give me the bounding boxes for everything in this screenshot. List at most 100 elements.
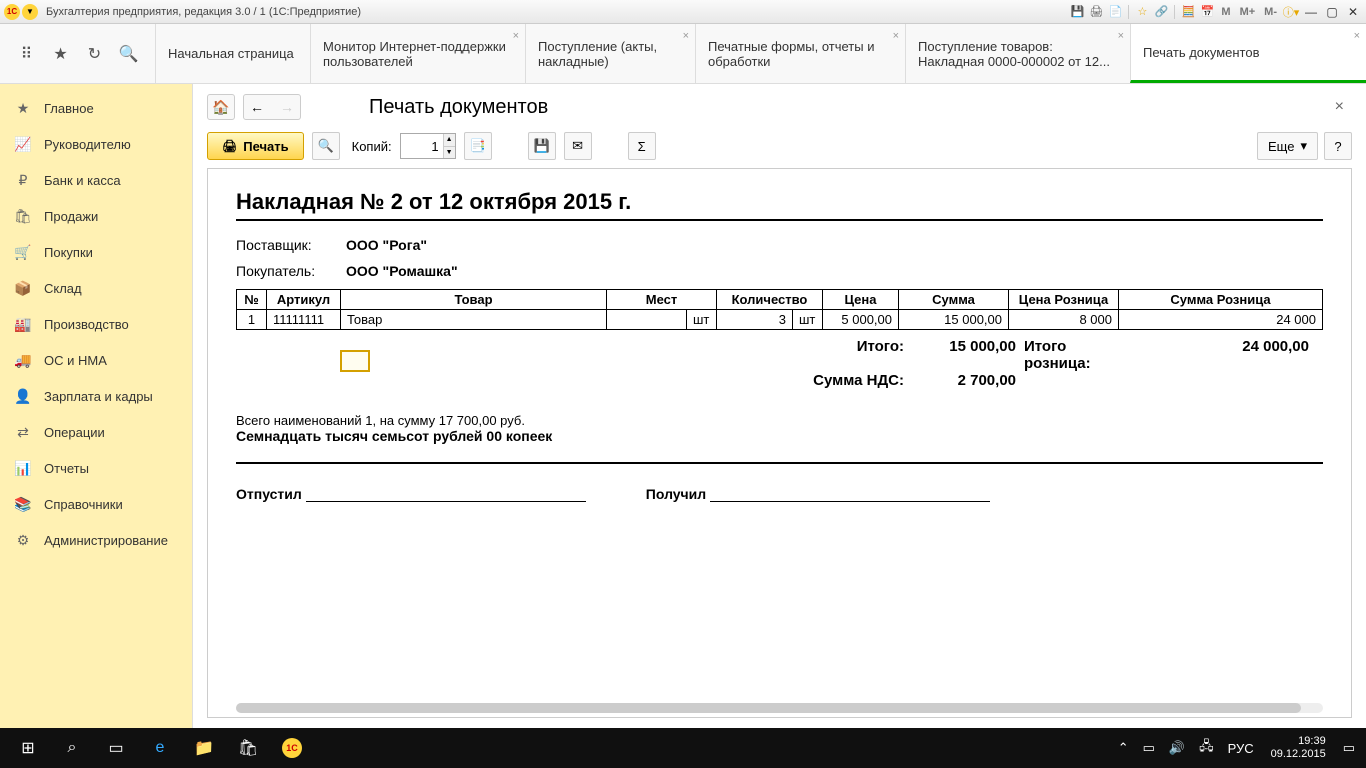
history-icon[interactable]: ↻ bbox=[85, 44, 105, 64]
print-button[interactable]: 🖨Печать bbox=[207, 132, 304, 160]
nav-payroll[interactable]: 👤Зарплата и кадры bbox=[0, 378, 192, 414]
swap-icon: ⇄ bbox=[14, 423, 32, 441]
memory-m-button[interactable]: M bbox=[1218, 6, 1233, 18]
layout-button[interactable]: 📑 bbox=[464, 132, 492, 160]
nav-admin[interactable]: ⚙Администрирование bbox=[0, 522, 192, 558]
start-button[interactable]: ⊞ bbox=[6, 728, 50, 768]
selected-cell[interactable] bbox=[340, 350, 370, 372]
info-icon[interactable]: ⓘ▾ bbox=[1283, 4, 1299, 20]
print-icon[interactable]: 🖨 bbox=[1088, 4, 1104, 20]
tab-close-icon[interactable]: × bbox=[683, 30, 689, 42]
document-preview[interactable]: Накладная № 2 от 12 октября 2015 г. Пост… bbox=[207, 168, 1352, 718]
clock[interactable]: 19:3909.12.2015 bbox=[1263, 735, 1334, 761]
summary-words: Семнадцать тысяч семьсот рублей 00 копее… bbox=[236, 428, 1323, 464]
nav-operations[interactable]: ⇄Операции bbox=[0, 414, 192, 450]
save-button[interactable]: 💾 bbox=[528, 132, 556, 160]
nav-purchases[interactable]: 🛒Покупки bbox=[0, 234, 192, 270]
more-button[interactable]: Еще▾ bbox=[1257, 132, 1318, 160]
sig-line bbox=[710, 484, 990, 502]
page-title: Печать документов bbox=[369, 96, 548, 119]
nav-production[interactable]: 🏭Производство bbox=[0, 306, 192, 342]
minimize-button[interactable]: — bbox=[1302, 5, 1320, 19]
tab-monitor[interactable]: Монитор Интернет-поддержки пользователей… bbox=[310, 24, 525, 83]
memory-mminus-button[interactable]: M- bbox=[1261, 6, 1280, 18]
tab-close-icon[interactable]: × bbox=[1118, 30, 1124, 42]
taskbar: ⊞ ⌕ ▭ e 📁 🛍 1C ⌃ ▭ 🔊 🖧 РУС 19:3909.12.20… bbox=[0, 728, 1366, 768]
edge-app-icon[interactable]: e bbox=[138, 728, 182, 768]
nav-back-forward[interactable]: ←→ bbox=[243, 94, 301, 120]
titlebar-dropdown-icon[interactable]: ▼ bbox=[22, 4, 38, 20]
lang-indicator[interactable]: РУС bbox=[1223, 741, 1259, 756]
battery-icon[interactable]: ▭ bbox=[1138, 740, 1160, 756]
star-icon[interactable]: ☆ bbox=[1134, 4, 1150, 20]
page-close-button[interactable]: × bbox=[1327, 94, 1352, 120]
close-button[interactable]: ✕ bbox=[1344, 5, 1362, 19]
doc-title: Накладная № 2 от 12 октября 2015 г. bbox=[236, 189, 1323, 221]
nav-main[interactable]: ★Главное bbox=[0, 90, 192, 126]
horizontal-scrollbar[interactable] bbox=[236, 703, 1323, 713]
restore-button[interactable]: ▢ bbox=[1323, 5, 1341, 19]
nav-sales[interactable]: 🛍Продажи bbox=[0, 198, 192, 234]
explorer-app-icon[interactable]: 📁 bbox=[182, 728, 226, 768]
tab-close-icon[interactable]: × bbox=[893, 30, 899, 42]
email-button[interactable]: ✉ bbox=[564, 132, 592, 160]
chart-icon: 📈 bbox=[14, 135, 32, 153]
tab-goods-receipt[interactable]: Поступление товаров: Накладная 0000-0000… bbox=[905, 24, 1130, 83]
spin-up-icon[interactable]: ▲ bbox=[443, 134, 455, 147]
memory-mplus-button[interactable]: M+ bbox=[1237, 6, 1259, 18]
home-button[interactable]: 🏠 bbox=[207, 94, 235, 120]
buyer-value: ООО "Ромашка" bbox=[346, 263, 458, 279]
tab-printforms[interactable]: Печатные формы, отчеты и обработки× bbox=[695, 24, 905, 83]
sum-button[interactable]: Σ bbox=[628, 132, 656, 160]
notifications-icon[interactable]: ▭ bbox=[1338, 740, 1360, 756]
nav-bank[interactable]: ₽Банк и касса bbox=[0, 162, 192, 198]
bars-icon: 📊 bbox=[14, 459, 32, 477]
titlebar: 1C ▼ Бухгалтерия предприятия, редакция 3… bbox=[0, 0, 1366, 24]
back-icon[interactable]: ← bbox=[250, 99, 264, 115]
scrollbar-thumb[interactable] bbox=[236, 703, 1301, 713]
nav-assets[interactable]: 🚚ОС и НМА bbox=[0, 342, 192, 378]
calendar-icon[interactable]: 📅 bbox=[1199, 4, 1215, 20]
network-icon[interactable]: 🖧 bbox=[1194, 737, 1219, 759]
tab-home[interactable]: Начальная страница bbox=[155, 24, 310, 83]
nav-references[interactable]: 📚Справочники bbox=[0, 486, 192, 522]
spin-down-icon[interactable]: ▼ bbox=[443, 147, 455, 159]
supplier-label: Поставщик: bbox=[236, 237, 346, 253]
truck-icon: 🚚 bbox=[14, 351, 32, 369]
copies-label: Копий: bbox=[352, 139, 392, 154]
doc-icon[interactable]: 📄 bbox=[1107, 4, 1123, 20]
factory-icon: 🏭 bbox=[14, 315, 32, 333]
calc-icon[interactable]: 🧮 bbox=[1180, 4, 1196, 20]
ruble-icon: ₽ bbox=[14, 171, 32, 189]
store-app-icon[interactable]: 🛍 bbox=[226, 728, 270, 768]
nav-warehouse[interactable]: 📦Склад bbox=[0, 270, 192, 306]
books-icon: 📚 bbox=[14, 495, 32, 513]
nds-label: Сумма НДС: bbox=[236, 372, 908, 389]
taskview-button[interactable]: ▭ bbox=[94, 728, 138, 768]
forward-icon[interactable]: → bbox=[280, 99, 294, 115]
tray-up-icon[interactable]: ⌃ bbox=[1113, 740, 1134, 756]
search-button[interactable]: ⌕ bbox=[50, 728, 94, 768]
volume-icon[interactable]: 🔊 bbox=[1164, 740, 1190, 756]
help-button[interactable]: ? bbox=[1324, 132, 1352, 160]
total-value: 15 000,00 bbox=[908, 338, 1020, 372]
sig-in-label: Получил bbox=[646, 486, 710, 502]
total-label: Итого: bbox=[236, 338, 908, 372]
preview-button[interactable]: 🔍 bbox=[312, 132, 340, 160]
sidebar: ★Главное 📈Руководителю ₽Банк и касса 🛍Пр… bbox=[0, 84, 193, 728]
1c-app-icon[interactable]: 1C bbox=[270, 728, 314, 768]
tab-close-icon[interactable]: × bbox=[513, 30, 519, 42]
tab-receipt[interactable]: Поступление (акты, накладные)× bbox=[525, 24, 695, 83]
buyer-label: Покупатель: bbox=[236, 263, 346, 279]
favorites-icon[interactable]: ★ bbox=[51, 44, 71, 64]
nav-manager[interactable]: 📈Руководителю bbox=[0, 126, 192, 162]
search-icon[interactable]: 🔍 bbox=[119, 44, 139, 64]
nav-reports[interactable]: 📊Отчеты bbox=[0, 450, 192, 486]
tab-print-docs[interactable]: Печать документов× bbox=[1130, 24, 1366, 83]
link-icon[interactable]: 🔗 bbox=[1153, 4, 1169, 20]
apps-icon[interactable]: ⠿ bbox=[17, 44, 37, 64]
star-icon: ★ bbox=[14, 99, 32, 117]
save-icon[interactable]: 💾 bbox=[1069, 4, 1085, 20]
nds-value: 2 700,00 bbox=[908, 372, 1020, 389]
tab-close-icon[interactable]: × bbox=[1354, 30, 1360, 42]
